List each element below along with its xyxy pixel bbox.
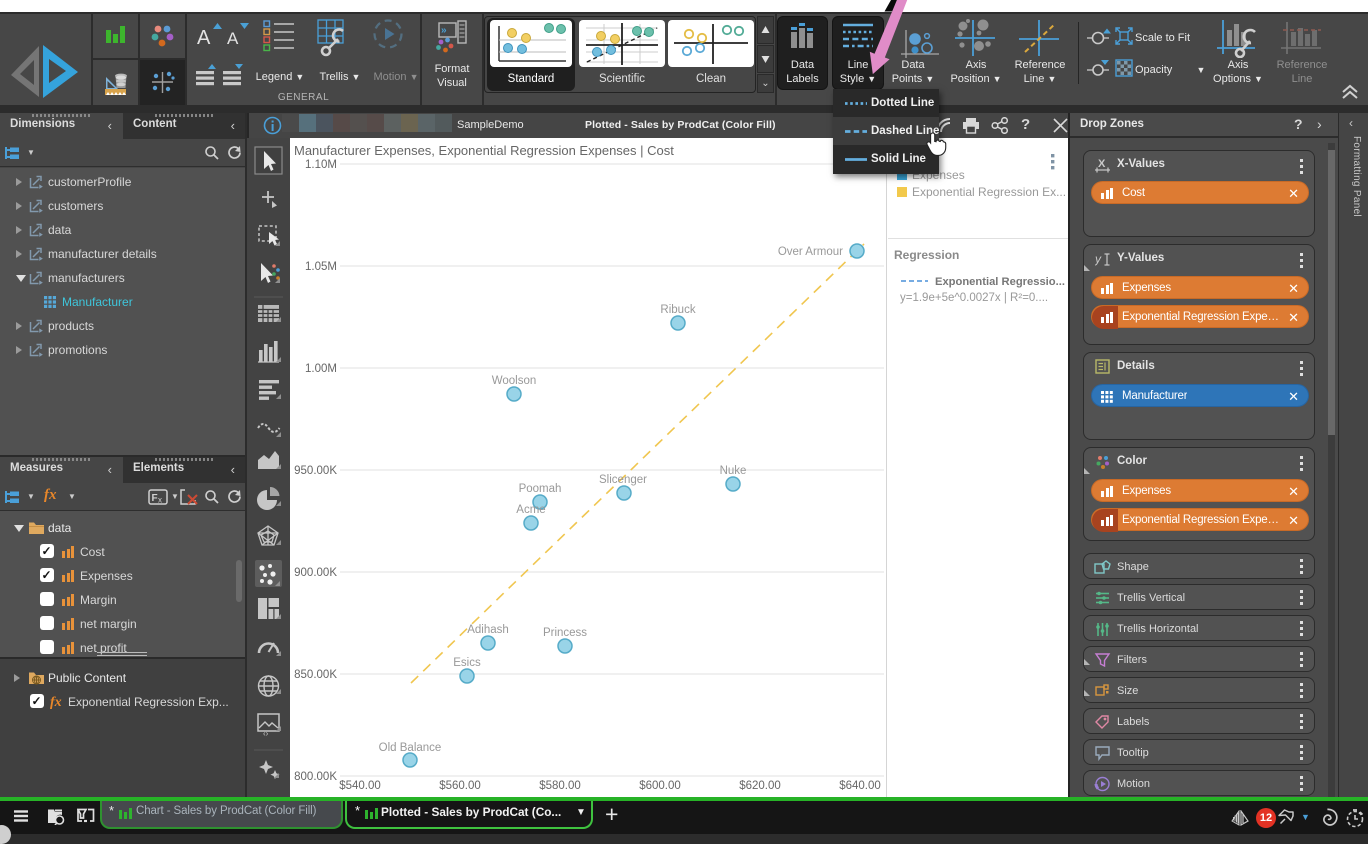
svg-text:A: A [227, 29, 239, 48]
svg-text:Old Balance: Old Balance [379, 742, 442, 754]
svg-text:$580.00: $580.00 [539, 780, 581, 792]
svg-text:Esics: Esics [453, 657, 481, 669]
svg-text:850.00K: 850.00K [294, 669, 337, 681]
svg-text:$560.00: $560.00 [439, 780, 481, 792]
svg-text:A: A [197, 27, 211, 49]
svg-text:$600.00: $600.00 [639, 780, 681, 792]
svg-text:Woolson: Woolson [492, 375, 537, 387]
svg-text:800.00K: 800.00K [294, 771, 337, 783]
svg-text:Princess: Princess [543, 627, 587, 639]
svg-text:$640.00: $640.00 [839, 780, 881, 792]
svg-text:Acme: Acme [516, 504, 545, 516]
svg-text:y=1.9e+5e^0.0027x | R²=0....: y=1.9e+5e^0.0027x | R²=0.... [900, 292, 1048, 304]
svg-text:Poomah: Poomah [519, 483, 562, 495]
svg-text:Adihash: Adihash [467, 624, 509, 636]
svg-text:950.00K: 950.00K [294, 465, 337, 477]
svg-text:F: F [152, 493, 158, 504]
svg-text:1.10M: 1.10M [305, 159, 337, 171]
svg-text:900.00K: 900.00K [294, 567, 337, 579]
svg-text:x: x [158, 496, 162, 505]
svg-text:y: y [1095, 252, 1102, 266]
svg-text:X: X [1098, 158, 1106, 170]
svg-text:$540.00: $540.00 [339, 780, 381, 792]
svg-text:»: » [441, 25, 447, 36]
svg-text:Exponential Regression Ex...: Exponential Regression Ex... [912, 185, 1066, 199]
svg-text:Manufacturer Expenses, Exponen: Manufacturer Expenses, Exponential Regre… [294, 143, 674, 158]
svg-text:‹›: ‹› [263, 729, 269, 738]
svg-text:Regression: Regression [894, 248, 959, 262]
svg-text:1.00M: 1.00M [305, 363, 337, 375]
svg-text:Over Armour: Over Armour [778, 246, 843, 258]
svg-text:Slicenger: Slicenger [599, 474, 647, 486]
svg-text:Nuke: Nuke [720, 465, 747, 477]
svg-text:1.05M: 1.05M [305, 261, 337, 273]
svg-text:$620.00: $620.00 [739, 780, 781, 792]
svg-text:Ribuck: Ribuck [660, 304, 695, 316]
svg-text:Exponential Regressio...: Exponential Regressio... [935, 276, 1065, 288]
